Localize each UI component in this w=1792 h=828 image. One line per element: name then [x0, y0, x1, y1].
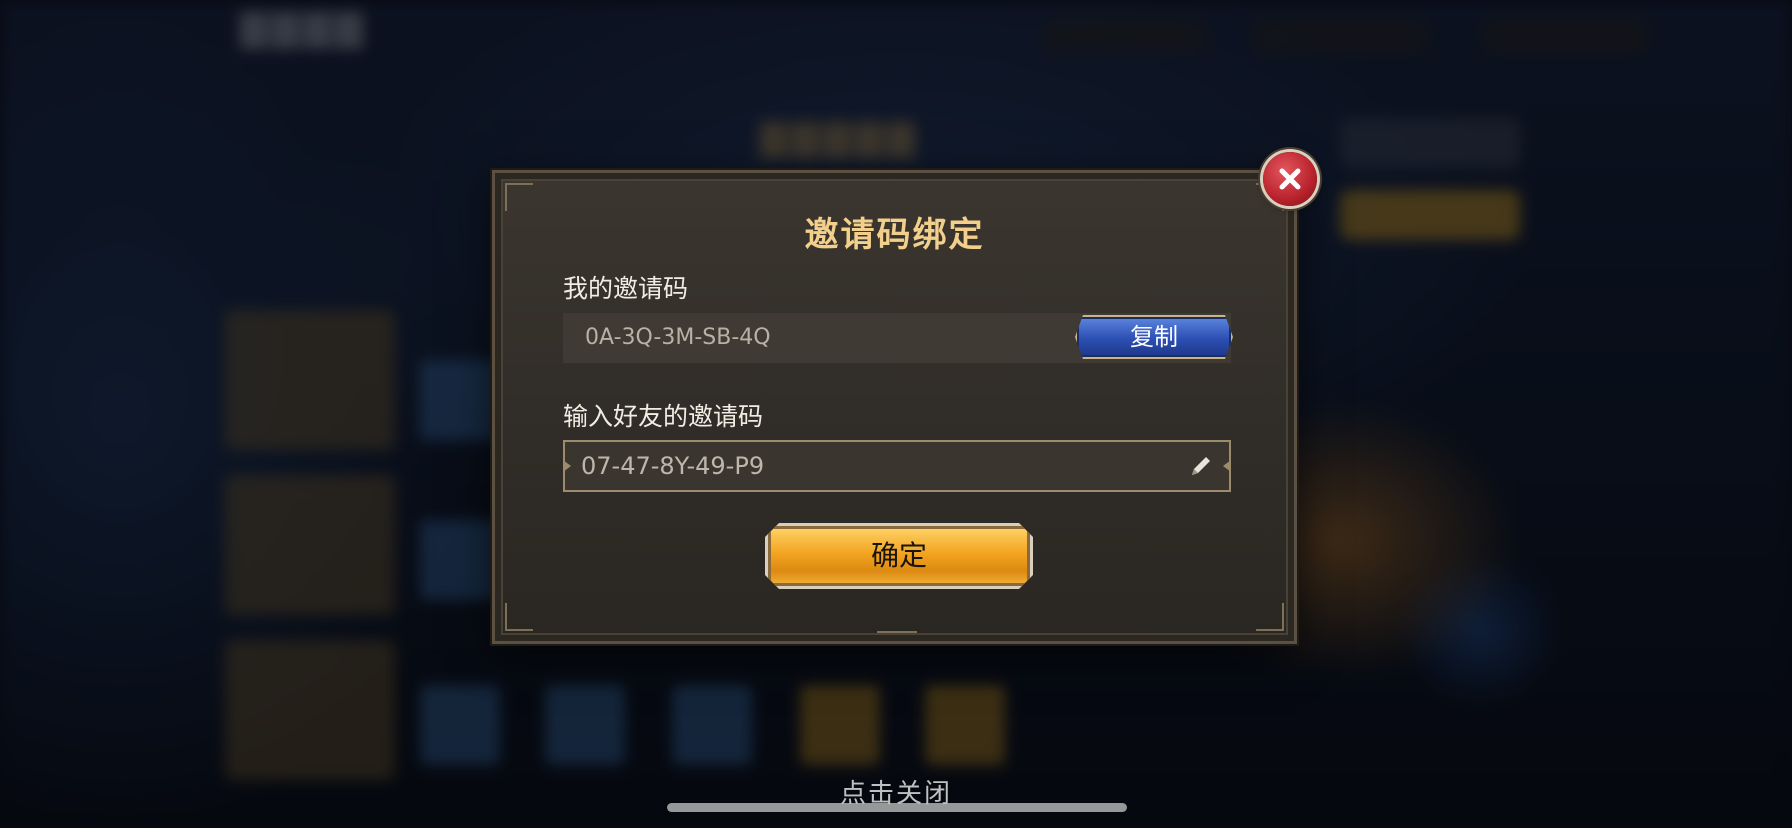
home-indicator[interactable]	[667, 803, 1127, 812]
confirm-button[interactable]: 确定	[765, 523, 1033, 589]
close-button[interactable]	[1263, 152, 1317, 206]
field-notch	[1223, 460, 1231, 472]
copy-button[interactable]: 复制	[1075, 315, 1233, 359]
pencil-icon[interactable]	[1187, 452, 1215, 480]
friend-code-field[interactable]	[563, 440, 1231, 492]
field-notch	[563, 460, 571, 472]
dialog-title: 邀请码绑定	[804, 215, 985, 255]
frame-ornament	[877, 621, 917, 633]
friend-code-label: 输入好友的邀请码	[563, 402, 764, 431]
game-screen: ▇▇▇▇ ▇▇▇▇▇ 邀请码绑定 我的邀请码 0A-3Q-3M-SB-4Q 复制…	[0, 0, 1792, 828]
my-code-value: 0A-3Q-3M-SB-4Q	[585, 325, 771, 350]
frame-corner	[1256, 603, 1284, 631]
friend-code-input[interactable]	[581, 442, 1161, 490]
my-code-label: 我的邀请码	[563, 274, 689, 303]
frame-corner	[505, 603, 533, 631]
close-icon	[1279, 168, 1301, 190]
invite-code-dialog: 邀请码绑定 我的邀请码 0A-3Q-3M-SB-4Q 复制 输入好友的邀请码 确…	[492, 170, 1297, 644]
